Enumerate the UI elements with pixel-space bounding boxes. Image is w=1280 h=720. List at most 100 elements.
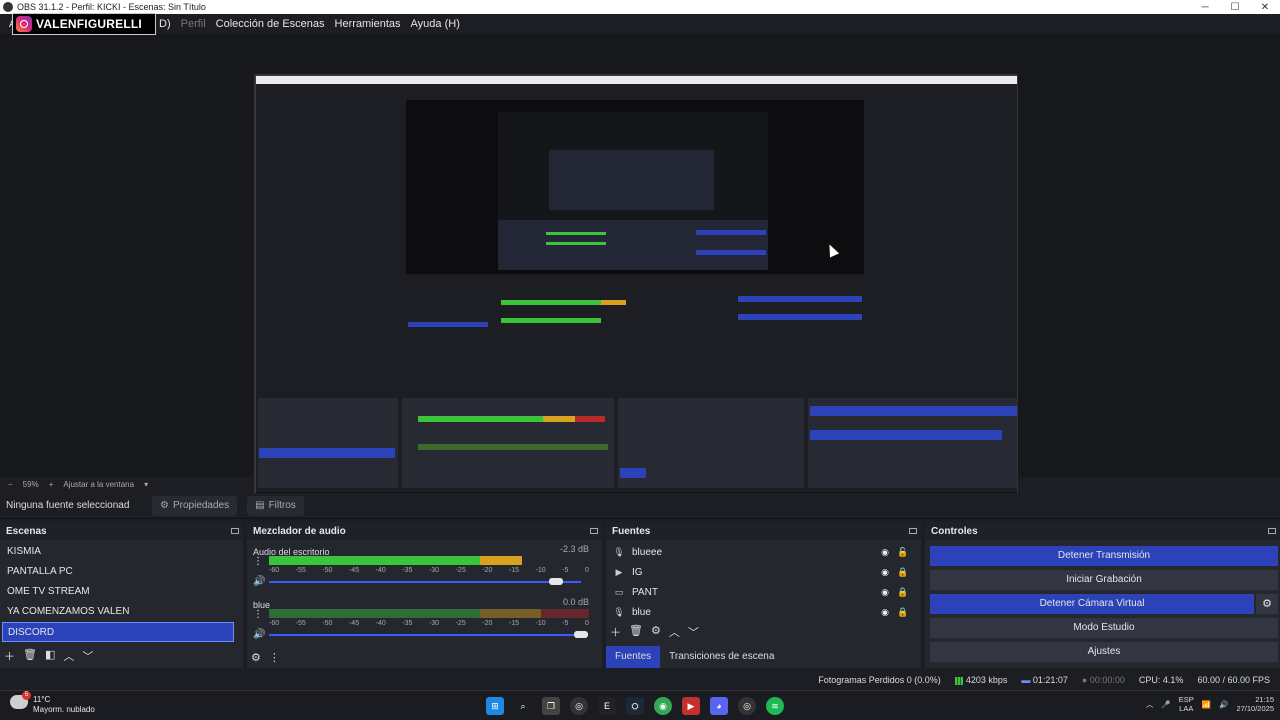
volume-slider[interactable] <box>269 581 581 583</box>
source-item-pant[interactable]: ▭ PANT ◉ 🔒 <box>612 582 912 602</box>
lock-icon[interactable]: 🔒 <box>894 587 912 598</box>
sources-dock: Fuentes 🎙 blueee ◉ 🔓 ▶ IG ◉ 🔒 ▭ PANT ◉ 🔒… <box>606 522 921 668</box>
menu-item-tools[interactable]: Herramientas <box>330 18 406 30</box>
lock-icon[interactable]: 🔒 <box>894 607 912 618</box>
move-down-icon[interactable]: ﹀ <box>688 624 699 640</box>
meter-yellow <box>480 609 541 618</box>
meter-tick-label: -35 <box>402 620 413 627</box>
delete-source-icon[interactable]: 🗑 <box>629 624 643 640</box>
meter-tick-label: -55 <box>295 567 306 574</box>
visibility-eye-icon[interactable]: ◉ <box>876 567 894 578</box>
visibility-eye-icon[interactable]: ◉ <box>876 547 894 558</box>
stop-virtual-camera-button[interactable]: Detener Cámara Virtual <box>930 594 1254 614</box>
scene-item-discord[interactable]: DISCORD <box>2 622 234 642</box>
fit-window-option[interactable]: Ajustar a la ventana <box>63 480 134 489</box>
move-down-icon[interactable]: ﹀ <box>82 648 93 664</box>
scene-item-ya-comenzamos-valen[interactable]: YA COMENZAMOS VALEN <box>2 602 234 622</box>
mixer-menu-icon[interactable]: ⋮ <box>269 651 280 664</box>
unlock-icon[interactable]: 🔓 <box>894 547 912 558</box>
zoom-in-button[interactable]: + <box>49 480 54 489</box>
speaker-icon[interactable]: 🔊 <box>253 576 265 587</box>
meter-tick-label: -5 <box>562 620 569 627</box>
source-settings-icon[interactable]: ⚙ <box>651 624 661 640</box>
scene-item-ome-tv-stream[interactable]: OME TV STREAM <box>2 582 234 602</box>
visibility-eye-icon[interactable]: ◉ <box>876 607 894 618</box>
menu-item-profile[interactable]: Perfil <box>176 18 211 30</box>
source-item-ig[interactable]: ▶ IG ◉ 🔒 <box>612 562 912 582</box>
start-recording-button[interactable]: Iniciar Grabación <box>930 570 1278 590</box>
undock-icon[interactable] <box>1268 528 1276 534</box>
filters-button[interactable]: ▤ Filtros <box>247 495 304 516</box>
stop-streaming-button[interactable]: Detener Transmisión <box>930 546 1278 566</box>
volume-icon[interactable]: 🔊 <box>1219 700 1228 709</box>
volume-slider-knob[interactable] <box>549 578 564 585</box>
volume-slider-knob[interactable] <box>574 631 588 638</box>
language-indicator[interactable]: ESP LAA <box>1179 695 1194 713</box>
obs-active-icon[interactable]: ◎ <box>738 697 756 715</box>
close-button[interactable]: ✕ <box>1250 2 1280 13</box>
discord-icon[interactable]: ◕ <box>710 697 728 715</box>
tray-expand-icon[interactable]: ︿ <box>1146 699 1154 710</box>
undock-icon[interactable] <box>909 528 917 534</box>
weather-widget[interactable]: 5 11°C Mayorm. nublado <box>10 691 95 715</box>
delete-scene-icon[interactable]: 🗑 <box>23 648 37 664</box>
cpu-usage: CPU: 4.1% <box>1138 675 1184 685</box>
record-icon: ● <box>1081 675 1090 685</box>
studio-mode-button[interactable]: Modo Estudio <box>930 618 1278 638</box>
virtual-camera-settings-gear-icon[interactable]: ⚙ <box>1256 594 1278 614</box>
chrome-icon[interactable]: ◉ <box>654 697 672 715</box>
move-up-icon[interactable]: ︿ <box>669 624 680 640</box>
scenes-dock: Escenas KISMIA PANTALLA PC OME TV STREAM… <box>0 522 243 668</box>
system-tray: ︿ 🎤 ESP LAA 📶 🔊 21:15 27/10/2025 <box>1146 695 1274 713</box>
tab-sources[interactable]: Fuentes <box>606 646 661 668</box>
program-preview[interactable] <box>254 74 1018 504</box>
source-item-blue[interactable]: 🎙 blue ◉ 🔒 <box>612 602 912 622</box>
speaker-icon[interactable]: 🔊 <box>253 629 265 640</box>
add-scene-icon[interactable]: ＋ <box>4 648 15 664</box>
add-source-icon[interactable]: ＋ <box>610 624 621 640</box>
visibility-eye-icon[interactable]: ◉ <box>876 587 894 598</box>
meter-yellow <box>480 556 522 565</box>
source-item-blueee[interactable]: 🎙 blueee ◉ 🔓 <box>612 542 912 562</box>
move-up-icon[interactable]: ︿ <box>63 648 74 664</box>
zoom-out-button[interactable]: − <box>8 480 13 489</box>
obs-app-icon[interactable]: ◎ <box>570 697 588 715</box>
properties-button[interactable]: ⚙ Propiedades <box>152 495 238 516</box>
epic-games-icon[interactable]: E <box>598 697 616 715</box>
menu-item-scene-collection[interactable]: Colección de Escenas <box>211 18 330 30</box>
tab-scene-transitions[interactable]: Transiciones de escena <box>660 646 783 668</box>
menu-item-help[interactable]: Ayuda (H) <box>406 18 465 30</box>
steam-icon[interactable]: ⛭ <box>626 697 644 715</box>
undock-icon[interactable] <box>231 528 239 534</box>
signal-bars-icon <box>954 676 963 685</box>
meter-tick-label: -45 <box>348 620 360 627</box>
microphone-tray-icon[interactable]: 🎤 <box>1161 700 1170 709</box>
settings-button[interactable]: Ajustes <box>930 642 1278 662</box>
source-name: blueee <box>632 546 663 558</box>
wifi-icon[interactable]: 📶 <box>1202 700 1211 709</box>
channel-menu-icon[interactable]: ⋮ <box>253 609 263 620</box>
advanced-audio-icon[interactable]: ⚙ <box>251 651 261 664</box>
scene-item-kismia[interactable]: KISMIA <box>2 542 234 562</box>
undock-icon[interactable] <box>590 528 598 534</box>
spotify-icon[interactable]: ≋ <box>766 697 784 715</box>
meter-tick-label: 0 <box>584 567 589 574</box>
record-time: ● 00:00:00 <box>1082 675 1125 685</box>
zoom-dropdown-icon[interactable]: ▾ <box>144 480 148 489</box>
meter-tick-label: -30 <box>428 567 440 574</box>
channel-menu-icon[interactable]: ⋮ <box>253 556 263 567</box>
source-name: IG <box>632 566 643 578</box>
minimize-button[interactable]: ─ <box>1190 2 1220 13</box>
youtube-icon[interactable]: ▶ <box>682 697 700 715</box>
volume-slider[interactable] <box>269 634 581 636</box>
scene-filters-icon[interactable]: ◧ <box>45 648 55 664</box>
menu-item-edit[interactable]: D) <box>154 18 176 30</box>
clock[interactable]: 21:15 27/10/2025 <box>1236 695 1274 713</box>
preview-area[interactable] <box>0 34 1280 504</box>
search-icon[interactable]: ⌕ <box>514 697 532 715</box>
maximize-button[interactable]: ☐ <box>1220 2 1250 13</box>
windows-start-icon[interactable]: ⊞ <box>486 697 504 715</box>
scene-item-pantalla-pc[interactable]: PANTALLA PC <box>2 562 234 582</box>
lock-icon[interactable]: 🔒 <box>894 567 912 578</box>
task-view-icon[interactable]: ❐ <box>542 697 560 715</box>
